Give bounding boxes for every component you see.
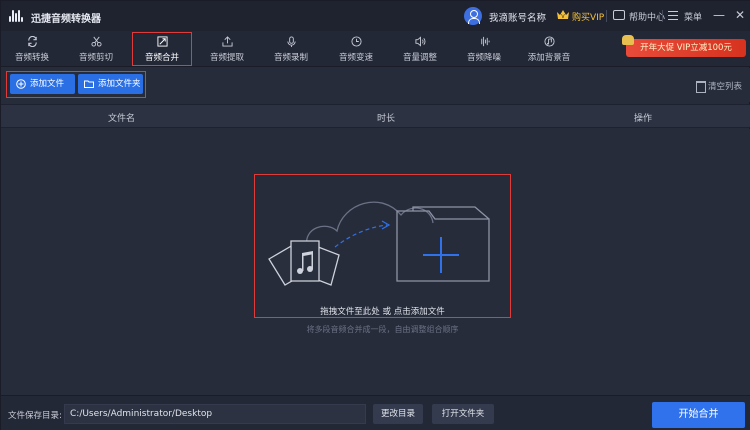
tab-label: 音频录制 xyxy=(273,53,308,63)
account-name[interactable]: 我滴账号名称 xyxy=(489,10,546,24)
svg-text:V: V xyxy=(561,14,565,20)
add-file-label: 添加文件 xyxy=(30,79,65,89)
folder-add-icon xyxy=(396,206,490,282)
file-table-header: 文件名 时长 操作 xyxy=(1,104,750,128)
drop-zone-text[interactable]: 拖拽文件至此处 或 点击添加文件 xyxy=(254,305,511,317)
noise-icon xyxy=(481,36,490,47)
bottom-bar: 文件保存目录: C:/Users/Administrator/Desktop 更… xyxy=(1,395,750,430)
menu-icon[interactable] xyxy=(668,11,678,20)
feature-toolbar: 音频转换 音频剪切 音频合并 音频提取 音频录制 音频变速 音量调整 音频降噪 xyxy=(1,31,750,67)
column-filename: 文件名 xyxy=(108,114,136,124)
menu-button[interactable]: 菜单 xyxy=(684,10,702,23)
tab-label: 音量调整 xyxy=(402,53,437,63)
vip-crown-icon[interactable]: V xyxy=(556,9,570,21)
help-icon[interactable] xyxy=(613,10,625,20)
tab-label: 音频剪切 xyxy=(78,53,113,63)
clear-list-button[interactable]: 清空列表 xyxy=(696,80,742,93)
open-folder-button[interactable]: 打开文件夹 xyxy=(432,404,494,424)
tab-add-background-music[interactable]: 添加背景音 xyxy=(518,31,580,67)
music-files-icon xyxy=(268,240,340,286)
volume-icon xyxy=(415,36,426,47)
tab-label: 音频变速 xyxy=(338,53,373,63)
help-center-link[interactable]: 帮助中心 xyxy=(629,10,665,23)
tab-label: 音频降噪 xyxy=(466,53,501,63)
buy-vip-link[interactable]: 购买VIP xyxy=(572,10,604,23)
scissors-icon xyxy=(91,36,102,47)
add-folder-label: 添加文件夹 xyxy=(98,79,141,89)
change-dir-button[interactable]: 更改目录 xyxy=(373,404,423,424)
close-button[interactable]: ✕ xyxy=(734,9,746,21)
tab-label: 音频转换 xyxy=(14,53,49,63)
extract-icon xyxy=(222,36,233,47)
tab-label: 添加背景音 xyxy=(527,53,571,63)
save-path-field[interactable]: C:/Users/Administrator/Desktop xyxy=(64,404,366,424)
divider xyxy=(606,10,607,22)
avatar[interactable] xyxy=(464,7,482,25)
tab-noise-reduction[interactable]: 音频降噪 xyxy=(453,31,515,67)
speed-icon xyxy=(351,36,362,47)
tab-audio-cut[interactable]: 音频剪切 xyxy=(65,31,127,67)
tab-audio-speed[interactable]: 音频变速 xyxy=(325,31,387,67)
tab-label: 音频提取 xyxy=(209,53,244,63)
tab-audio-merge[interactable]: 音频合并 xyxy=(131,31,193,67)
column-duration: 时长 xyxy=(377,114,396,124)
action-bar: 添加文件 添加文件夹 xyxy=(1,68,750,102)
minimize-button[interactable]: — xyxy=(713,9,725,21)
bgmusic-icon xyxy=(544,36,555,47)
drop-zone-hint: 将多段音频合并成一段，自由调整组合顺序 xyxy=(306,325,459,334)
merge-icon xyxy=(157,36,168,47)
mic-icon xyxy=(287,36,296,47)
tab-audio-extract[interactable]: 音频提取 xyxy=(196,31,258,67)
arrow-icon xyxy=(334,224,388,248)
tab-volume-adjust[interactable]: 音量调整 xyxy=(389,31,451,67)
drop-illustration xyxy=(268,201,490,286)
add-file-button[interactable]: 添加文件 xyxy=(10,74,75,94)
column-actions: 操作 xyxy=(634,114,653,124)
app-title: 迅捷音频转换器 xyxy=(31,14,101,25)
folder-icon xyxy=(84,80,94,88)
promo-banner[interactable]: 开年大促 VIP立减100元 xyxy=(622,35,746,57)
save-dir-label: 文件保存目录: xyxy=(8,411,62,421)
title-bar: 迅捷音频转换器 我滴账号名称 V 购买VIP 帮助中心 菜单 — ✕ xyxy=(1,1,750,31)
divider xyxy=(662,10,663,22)
tab-audio-convert[interactable]: 音频转换 xyxy=(1,31,63,67)
plus-circle-icon xyxy=(16,79,26,89)
add-folder-button[interactable]: 添加文件夹 xyxy=(78,74,143,94)
app-logo-icon xyxy=(9,10,25,22)
tab-audio-record[interactable]: 音频录制 xyxy=(260,31,322,67)
app-window: 迅捷音频转换器 我滴账号名称 V 购买VIP 帮助中心 菜单 — ✕ 音频转换 … xyxy=(0,0,750,430)
tab-label: 音频合并 xyxy=(144,53,179,63)
start-merge-button[interactable]: 开始合并 xyxy=(652,402,745,428)
convert-icon xyxy=(28,36,37,47)
